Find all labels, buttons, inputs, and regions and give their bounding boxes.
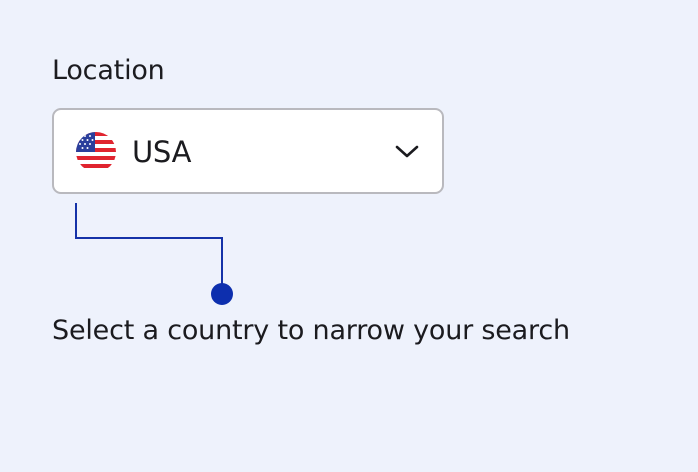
location-selected-value: USA bbox=[132, 135, 192, 169]
callout-dot bbox=[211, 283, 233, 305]
location-label: Location bbox=[52, 55, 165, 86]
us-flag-icon bbox=[76, 132, 116, 172]
chevron-down-icon[interactable] bbox=[394, 141, 420, 161]
helper-text: Select a country to narrow your search bbox=[52, 315, 570, 346]
location-select[interactable]: USA bbox=[52, 108, 444, 194]
